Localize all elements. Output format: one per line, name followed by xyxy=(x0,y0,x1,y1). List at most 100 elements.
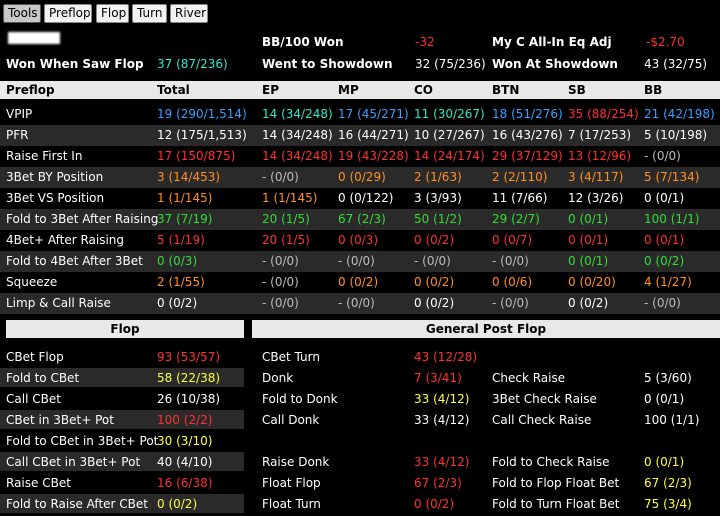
flop-stat-label: Fold to CBet in 3Bet+ Pot xyxy=(6,434,159,448)
general-stat-value[interactable]: 67 (2/3) xyxy=(414,476,462,491)
preflop-stat-cell[interactable]: 14 (24/174) xyxy=(414,149,485,164)
preflop-stat-cell[interactable]: - (0/0) xyxy=(262,170,299,185)
flop-stat-value[interactable]: 30 (3/10) xyxy=(157,434,212,449)
general-stat-value[interactable]: 33 (4/12) xyxy=(414,455,469,470)
preflop-stat-cell[interactable]: 2 (1/55) xyxy=(157,275,205,290)
preflop-stat-cell[interactable]: 5 (7/134) xyxy=(644,170,699,185)
flop-stat-value[interactable]: 40 (4/10) xyxy=(157,455,212,470)
tab-tools[interactable]: Tools xyxy=(3,4,41,23)
preflop-stat-cell[interactable]: 0 (0/29) xyxy=(338,170,386,185)
preflop-stat-cell[interactable]: 0 (0/20) xyxy=(568,275,616,290)
preflop-stat-cell[interactable]: 13 (12/96) xyxy=(568,149,631,164)
preflop-stat-cell[interactable]: 0 (0/2) xyxy=(338,275,378,290)
preflop-stat-cell[interactable]: 16 (43/276) xyxy=(492,128,563,143)
preflop-stat-cell[interactable]: 0 (0/2) xyxy=(644,254,684,269)
preflop-stat-cell[interactable]: 11 (7/66) xyxy=(492,191,547,206)
preflop-stat-cell[interactable]: 29 (2/7) xyxy=(492,212,540,227)
preflop-stat-cell[interactable]: 14 (34/248) xyxy=(262,128,333,143)
flop-stat-label: Fold to Raise After CBet xyxy=(6,497,148,511)
tab-flop[interactable]: Flop xyxy=(96,4,129,23)
flop-stat-value[interactable]: 26 (10/38) xyxy=(157,392,220,407)
general-stat-value[interactable]: 0 (0/1) xyxy=(644,392,684,407)
preflop-stat-cell[interactable]: 11 (30/267) xyxy=(414,107,485,122)
preflop-stat-cell[interactable]: 19 (290/1,514) xyxy=(157,107,247,122)
general-stat-value[interactable]: 43 (12/28) xyxy=(414,350,477,365)
preflop-stat-cell[interactable]: - (0/0) xyxy=(262,296,299,311)
preflop-stat-cell[interactable]: 12 (175/1,513) xyxy=(157,128,247,143)
flop-stat-label: CBet in 3Bet+ Pot xyxy=(6,413,114,427)
flop-stat-value[interactable]: 58 (22/38) xyxy=(157,371,220,386)
preflop-stat-cell[interactable]: 0 (0/1) xyxy=(568,212,608,227)
preflop-stat-cell[interactable]: 0 (0/1) xyxy=(568,233,608,248)
preflop-stat-cell[interactable]: 3 (14/453) xyxy=(157,170,220,185)
preflop-stat-cell[interactable]: 0 (0/122) xyxy=(338,191,393,206)
preflop-stat-cell[interactable]: 50 (1/2) xyxy=(414,212,462,227)
preflop-stat-cell[interactable]: 2 (1/63) xyxy=(414,170,462,185)
general-stat-value[interactable]: 0 (0/2) xyxy=(414,497,454,512)
preflop-stat-cell[interactable]: - (0/0) xyxy=(492,254,529,269)
general-stat-value[interactable]: 67 (2/3) xyxy=(644,476,692,491)
flop-stat-value[interactable]: 100 (2/2) xyxy=(157,413,212,428)
preflop-stat-cell[interactable]: 37 (7/19) xyxy=(157,212,212,227)
preflop-stat-cell[interactable]: 14 (34/248) xyxy=(262,107,333,122)
general-stat-value[interactable]: 33 (4/12) xyxy=(414,413,469,428)
preflop-stat-cell[interactable]: 0 (0/2) xyxy=(157,296,197,311)
tab-turn[interactable]: Turn xyxy=(132,4,167,23)
preflop-stat-cell[interactable]: 0 (0/2) xyxy=(414,233,454,248)
general-stat-value[interactable]: 100 (1/1) xyxy=(644,413,699,428)
preflop-stat-cell[interactable]: 12 (3/26) xyxy=(568,191,623,206)
preflop-stat-cell[interactable]: 10 (27/267) xyxy=(414,128,485,143)
preflop-stat-cell[interactable]: 20 (1/5) xyxy=(262,233,310,248)
preflop-stat-cell[interactable]: 19 (43/228) xyxy=(338,149,409,164)
preflop-stat-cell[interactable]: - (0/0) xyxy=(644,296,681,311)
preflop-stat-cell[interactable]: 2 (2/110) xyxy=(492,170,547,185)
preflop-stat-cell[interactable]: - (0/0) xyxy=(644,149,681,164)
tab-river[interactable]: River xyxy=(170,4,208,23)
flop-stat-value[interactable]: 93 (53/57) xyxy=(157,350,220,365)
preflop-stat-cell[interactable]: 0 (0/6) xyxy=(492,275,532,290)
preflop-stat-cell[interactable]: 100 (1/1) xyxy=(644,212,699,227)
preflop-stat-cell[interactable]: 0 (0/2) xyxy=(414,296,454,311)
preflop-stat-cell[interactable]: 3 (4/117) xyxy=(568,170,623,185)
preflop-stat-cell[interactable]: 16 (44/271) xyxy=(338,128,409,143)
preflop-stat-cell[interactable]: 0 (0/1) xyxy=(644,233,684,248)
tab-preflop[interactable]: Preflop xyxy=(44,4,92,23)
preflop-stat-cell[interactable]: 0 (0/3) xyxy=(338,233,378,248)
preflop-stat-cell[interactable]: 21 (42/198) xyxy=(644,107,715,122)
preflop-stat-cell[interactable]: - (0/0) xyxy=(414,254,451,269)
preflop-stat-cell[interactable]: 0 (0/3) xyxy=(157,254,197,269)
preflop-stat-cell[interactable]: - (0/0) xyxy=(492,296,529,311)
preflop-stat-cell[interactable]: 0 (0/7) xyxy=(492,233,532,248)
preflop-stat-cell[interactable]: 0 (0/1) xyxy=(644,191,684,206)
general-stat-value[interactable]: 33 (4/12) xyxy=(414,392,469,407)
preflop-stat-cell[interactable]: 7 (17/253) xyxy=(568,128,631,143)
general-stat-value[interactable]: 75 (3/4) xyxy=(644,497,692,512)
flop-stat-value[interactable]: 16 (6/38) xyxy=(157,476,212,491)
flop-stat-value[interactable]: 0 (0/2) xyxy=(157,497,197,512)
preflop-stat-cell[interactable]: - (0/0) xyxy=(262,254,299,269)
preflop-stat-cell[interactable]: 18 (51/276) xyxy=(492,107,563,122)
general-stat-value[interactable]: 0 (0/1) xyxy=(644,455,684,470)
preflop-stat-cell[interactable]: 0 (0/2) xyxy=(414,275,454,290)
preflop-stat-cell[interactable]: 20 (1/5) xyxy=(262,212,310,227)
preflop-stat-cell[interactable]: 35 (88/254) xyxy=(568,107,639,122)
preflop-stat-cell[interactable]: 5 (10/198) xyxy=(644,128,707,143)
preflop-stat-cell[interactable]: 4 (1/27) xyxy=(644,275,692,290)
preflop-stat-cell[interactable]: 17 (45/271) xyxy=(338,107,409,122)
preflop-stat-cell[interactable]: 0 (0/2) xyxy=(568,296,608,311)
preflop-stat-cell[interactable]: 17 (150/875) xyxy=(157,149,235,164)
preflop-stat-cell[interactable]: 1 (1/145) xyxy=(157,191,212,206)
preflop-stat-cell[interactable]: 67 (2/3) xyxy=(338,212,386,227)
preflop-stat-cell[interactable]: 29 (37/129) xyxy=(492,149,563,164)
wwsf-label: Won When Saw Flop xyxy=(6,57,144,71)
preflop-stat-cell[interactable]: 1 (1/145) xyxy=(262,191,317,206)
general-stat-value[interactable]: 7 (3/41) xyxy=(414,371,462,386)
preflop-stat-cell[interactable]: 0 (0/1) xyxy=(568,254,608,269)
preflop-stat-cell[interactable]: 3 (3/93) xyxy=(414,191,462,206)
preflop-stat-cell[interactable]: - (0/0) xyxy=(338,254,375,269)
preflop-stat-cell[interactable]: 14 (34/248) xyxy=(262,149,333,164)
preflop-stat-cell[interactable]: - (0/0) xyxy=(338,296,375,311)
general-stat-value[interactable]: 5 (3/60) xyxy=(644,371,692,386)
preflop-stat-cell[interactable]: - (0/0) xyxy=(262,275,299,290)
preflop-stat-cell[interactable]: 5 (1/19) xyxy=(157,233,205,248)
